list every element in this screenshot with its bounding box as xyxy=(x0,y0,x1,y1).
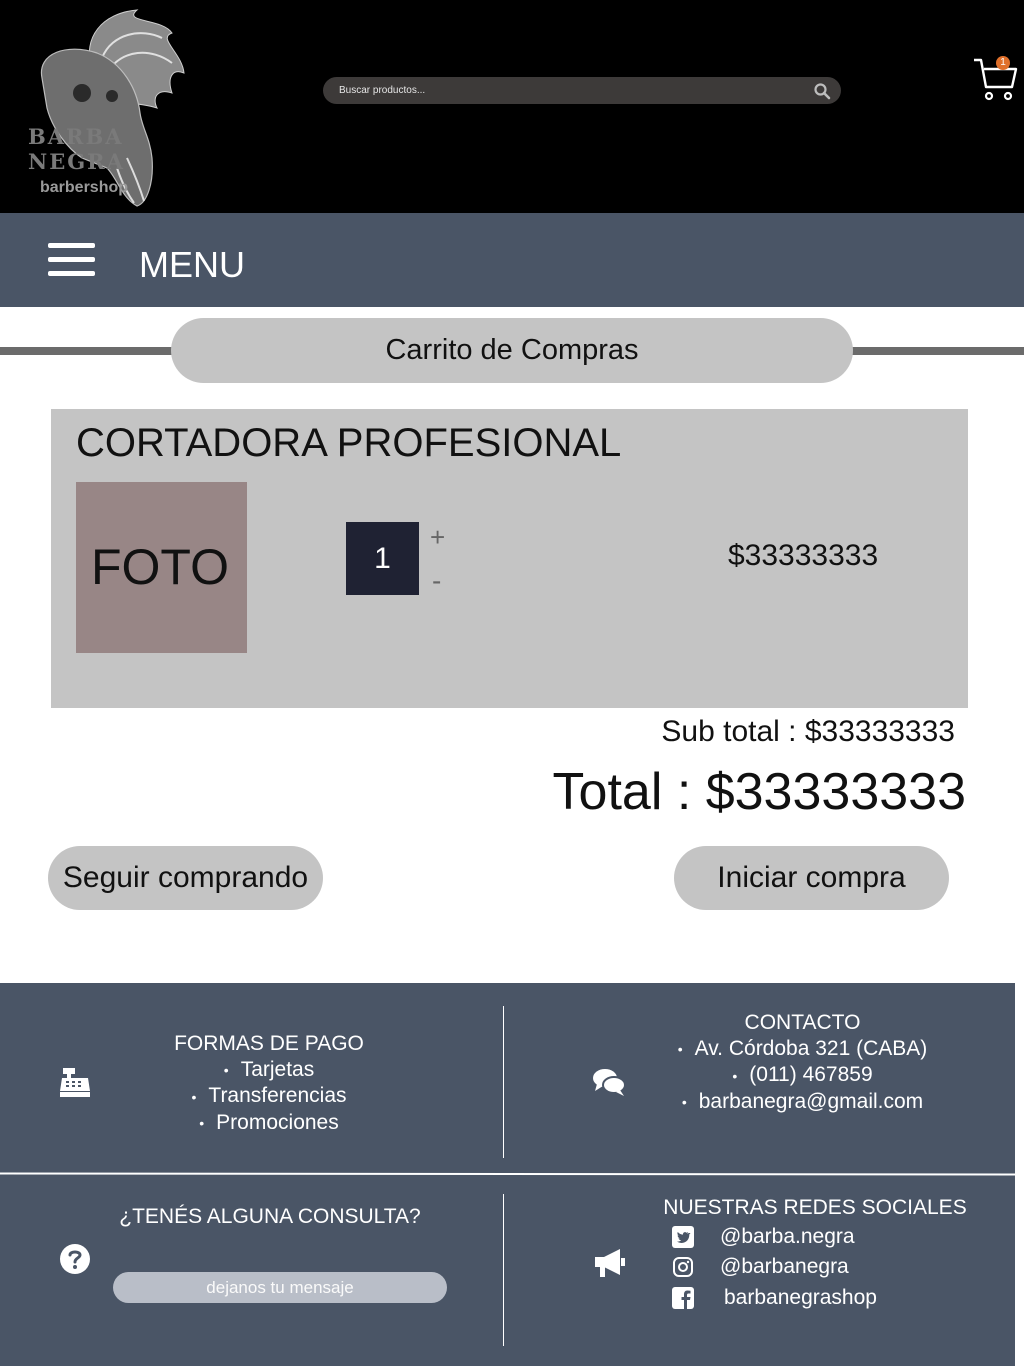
cart-button[interactable]: 1 xyxy=(972,55,1018,103)
logo-word-barba: BARBA xyxy=(28,124,124,149)
social-title: NUESTRAS REDES SOCIALES xyxy=(663,1196,967,1219)
cash-register-icon xyxy=(60,1068,90,1097)
message-input[interactable] xyxy=(113,1272,447,1303)
question-circle-icon xyxy=(60,1244,90,1274)
payment-item: Promociones xyxy=(140,1110,398,1136)
payment-title: FORMAS DE PAGO xyxy=(174,1032,364,1055)
barba-negra-logo[interactable]: BARBA NEGRA barbershop xyxy=(22,8,192,208)
facebook-handle: barbanegrashop xyxy=(724,1286,877,1309)
twitter-handle: @barba.negra xyxy=(720,1225,855,1248)
payment-item: Tarjetas xyxy=(140,1057,398,1083)
social-twitter[interactable]: @barba.negra xyxy=(672,1225,855,1249)
decrement-button[interactable]: - xyxy=(432,565,441,597)
logo-subtitle: barbershop xyxy=(40,179,129,196)
twitter-icon xyxy=(672,1226,694,1249)
contact-address: Av. Córdoba 321 (CABA) xyxy=(640,1036,965,1062)
site-header: BARBA NEGRA barbershop 1 xyxy=(0,0,1024,213)
cart-icon xyxy=(974,58,1018,101)
continue-shopping-button[interactable]: Seguir comprando xyxy=(48,846,323,910)
instagram-icon xyxy=(673,1257,693,1278)
skull-mohawk-icon xyxy=(40,9,185,207)
social-facebook[interactable]: barbanegrashop xyxy=(672,1286,877,1310)
cart-count-badge: 1 xyxy=(996,56,1010,70)
payment-methods: FORMAS DE PAGO Tarjetas Transferencias P… xyxy=(140,1031,398,1136)
product-name: CORTADORA PROFESIONAL xyxy=(76,421,622,465)
social-instagram[interactable]: @barbanegra xyxy=(672,1255,849,1279)
total: Total : $33333333 xyxy=(552,763,966,821)
contact-info: CONTACTO Av. Córdoba 321 (CABA) (011) 46… xyxy=(640,1010,965,1115)
search-bar xyxy=(323,77,841,104)
site-footer: FORMAS DE PAGO Tarjetas Transferencias P… xyxy=(0,983,1016,1366)
quantity-value[interactable]: 1 xyxy=(346,522,419,595)
product-price: $33333333 xyxy=(728,539,879,572)
megaphone-icon xyxy=(595,1249,625,1277)
footer-divider-top xyxy=(503,1006,504,1158)
start-checkout-button[interactable]: Iniciar compra xyxy=(674,846,949,910)
product-photo: FOTO xyxy=(76,482,247,653)
search-input[interactable] xyxy=(339,77,799,104)
search-icon[interactable] xyxy=(813,82,831,100)
contact-title: CONTACTO xyxy=(744,1011,861,1034)
increment-button[interactable]: + xyxy=(430,522,445,553)
instagram-handle: @barbanegra xyxy=(720,1255,849,1278)
chat-bubbles-icon xyxy=(593,1069,626,1096)
hamburger-menu-icon[interactable] xyxy=(48,243,95,277)
logo-word-negra: NEGRA xyxy=(28,149,125,174)
subtotal: Sub total : $33333333 xyxy=(661,715,955,748)
facebook-icon xyxy=(672,1287,694,1310)
page-title: Carrito de Compras xyxy=(171,318,853,383)
payment-item: Transferencias xyxy=(140,1083,398,1109)
inquiry-title: ¿TENÉS ALGUNA CONSULTA? xyxy=(119,1205,421,1228)
contact-phone[interactable]: (011) 467859 xyxy=(640,1062,965,1088)
footer-divider-horizontal xyxy=(0,1172,1016,1176)
footer-divider-bottom xyxy=(503,1194,504,1346)
menu-label[interactable]: MENU xyxy=(139,244,245,286)
contact-email[interactable]: barbanegra@gmail.com xyxy=(640,1089,965,1115)
